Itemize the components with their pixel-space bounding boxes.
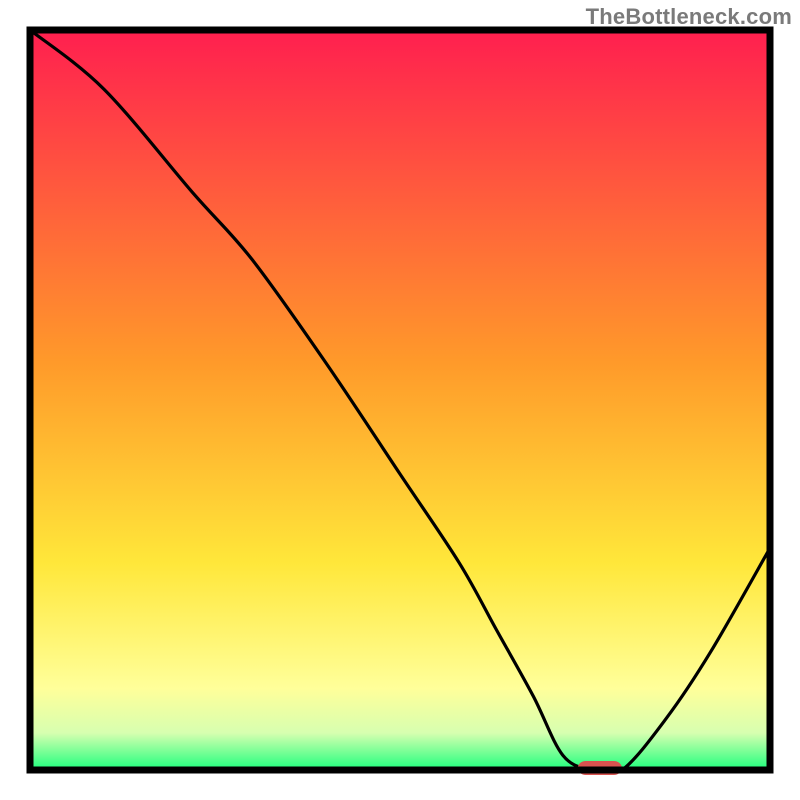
gradient-background [30,30,770,770]
watermark-label: TheBottleneck.com [586,4,792,30]
plot-area [30,30,770,775]
chart-frame: TheBottleneck.com [0,0,800,800]
bottleneck-chart [0,0,800,800]
